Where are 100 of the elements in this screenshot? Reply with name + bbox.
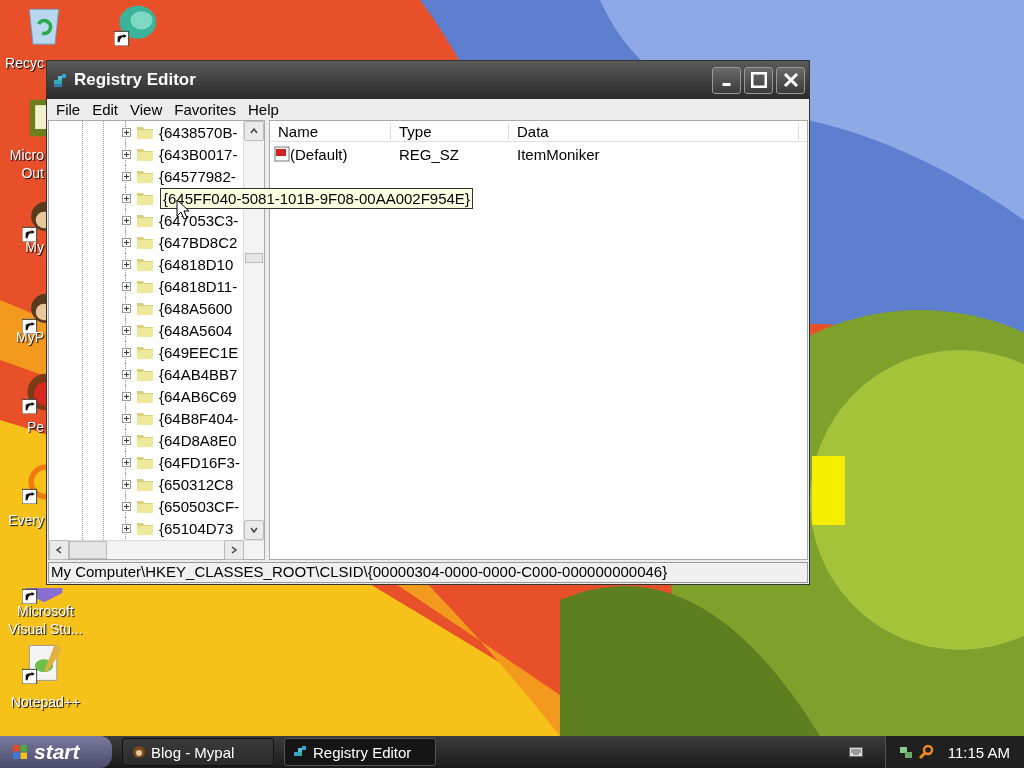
maximize-icon [750,72,767,88]
maximize-button[interactable] [744,66,773,94]
icon-label: Every [7,511,45,530]
folder-icon [137,389,153,403]
tree-item[interactable]: {64AB4BB7 [159,365,238,383]
clock: 11:15 AM [947,743,1010,761]
expand-icon[interactable] [122,435,131,445]
menu-item[interactable]: View [125,100,168,118]
expand-icon[interactable] [122,171,131,181]
registry-icon [53,72,69,88]
minimize-icon [722,83,731,86]
table-cell: (Default) [290,145,348,163]
expand-icon[interactable] [122,347,131,357]
scroll-left-icon[interactable] [54,545,64,555]
folder-icon [137,125,153,139]
folder-icon [137,455,153,469]
folder-icon [137,345,153,359]
tree-item[interactable]: {649EEC1E [159,343,239,361]
tree-item[interactable]: {64818D11- [159,277,238,295]
folder-icon [137,301,153,315]
column-header[interactable]: Data [509,122,799,140]
minimize-button[interactable] [712,66,741,94]
tree-item[interactable]: {643B0017- [159,145,238,163]
status-bar: My Computer\HKEY_CLASSES_ROOT\CLSID\{00000304-0000-0000-C000-000000000046} [48,562,808,583]
expand-icon[interactable] [122,303,131,313]
tree-item[interactable]: {648A5604 [159,321,233,339]
table-cell-text: ItemMoniker [516,145,601,163]
expand-icon[interactable] [122,149,131,159]
folder-icon [137,257,153,271]
tree-item[interactable]: {64AB6C69 [159,387,237,405]
expand-icon[interactable] [122,281,131,291]
expand-icon[interactable] [122,193,131,203]
tree-item[interactable]: {648A5600 [159,299,233,317]
close-icon [782,72,799,88]
folder-icon [137,477,153,491]
taskbar-button[interactable]: Blog - Mypal [122,738,274,766]
horizontal-scrollbar[interactable] [49,540,264,559]
icon-label: Notepad++ [9,693,82,712]
expand-icon[interactable] [122,501,131,511]
folder-icon [137,521,153,535]
tree-item[interactable]: {6438570B- [159,123,238,141]
expand-icon[interactable] [122,479,131,489]
windows-logo-icon [12,744,28,760]
menu-item[interactable]: Help [242,100,284,118]
tree-item[interactable]: {650312C8 [159,475,234,493]
icon-label: Pe [25,418,45,437]
start-button[interactable]: start [0,736,112,768]
folder-icon [137,169,153,183]
table-cell-text: REG_SZ [398,145,460,163]
folder-icon [137,411,153,425]
scroll-up-icon[interactable] [249,126,259,136]
folder-icon [137,235,153,249]
network-icon[interactable] [897,744,914,760]
tree-item[interactable]: {647053C3- [159,211,239,229]
expand-icon[interactable] [122,413,131,423]
expand-icon[interactable] [122,237,131,247]
folder-icon [137,213,153,227]
taskbar-button[interactable]: Registry Editor [284,738,436,766]
scroll-thumb[interactable] [69,541,107,559]
menu-item[interactable]: Favorites [169,100,241,118]
scroll-right-icon[interactable] [229,545,239,555]
tree-item[interactable]: {650503CF- [159,497,240,515]
expand-icon[interactable] [122,127,131,137]
menu-item[interactable]: Edit [87,100,124,118]
tree-item[interactable]: {64B8F404- [159,409,239,427]
scroll-thumb[interactable] [245,253,263,263]
tree-item[interactable]: {65104D73 [159,519,234,537]
icon-label: Micro Out [8,146,45,183]
folder-icon [137,499,153,513]
tree-item[interactable]: {647BD8C2 [159,233,238,251]
folder-icon [137,191,153,205]
expand-icon[interactable] [122,457,131,467]
tree-item[interactable]: {64FD16F3- [159,453,240,471]
keyboard-icon[interactable] [848,747,863,757]
folder-icon [137,279,153,293]
expand-icon[interactable] [122,523,131,533]
folder-icon [137,323,153,337]
folder-icon [137,367,153,381]
string-value-icon [274,146,290,162]
close-button[interactable] [776,66,805,94]
icon-label: Microsoft Visual Stu... [7,602,84,639]
scroll-down-icon[interactable] [249,525,259,535]
icon-label: MyP [15,328,45,347]
tree-item[interactable]: {64818D10 [159,255,234,273]
tooltip: {645FF040-5081-101B-9F08-00AA002F954E} [160,188,473,209]
icon-label: Recyc [4,54,45,73]
expand-icon[interactable] [122,369,131,379]
column-header[interactable]: Type [391,122,509,140]
expand-icon[interactable] [122,325,131,335]
tree-item[interactable]: {64D8A8E0 [159,431,237,449]
expand-icon[interactable] [122,391,131,401]
column-header[interactable]: Name [270,122,391,140]
expand-icon[interactable] [122,259,131,269]
window-title: Registry Editor [74,70,197,90]
figure-icon [131,744,147,760]
icon-label: My [24,238,45,257]
expand-icon[interactable] [122,215,131,225]
tree-item[interactable]: {64577982- [159,167,236,185]
menu-item[interactable]: File [51,100,86,118]
search-icon[interactable] [917,744,934,760]
